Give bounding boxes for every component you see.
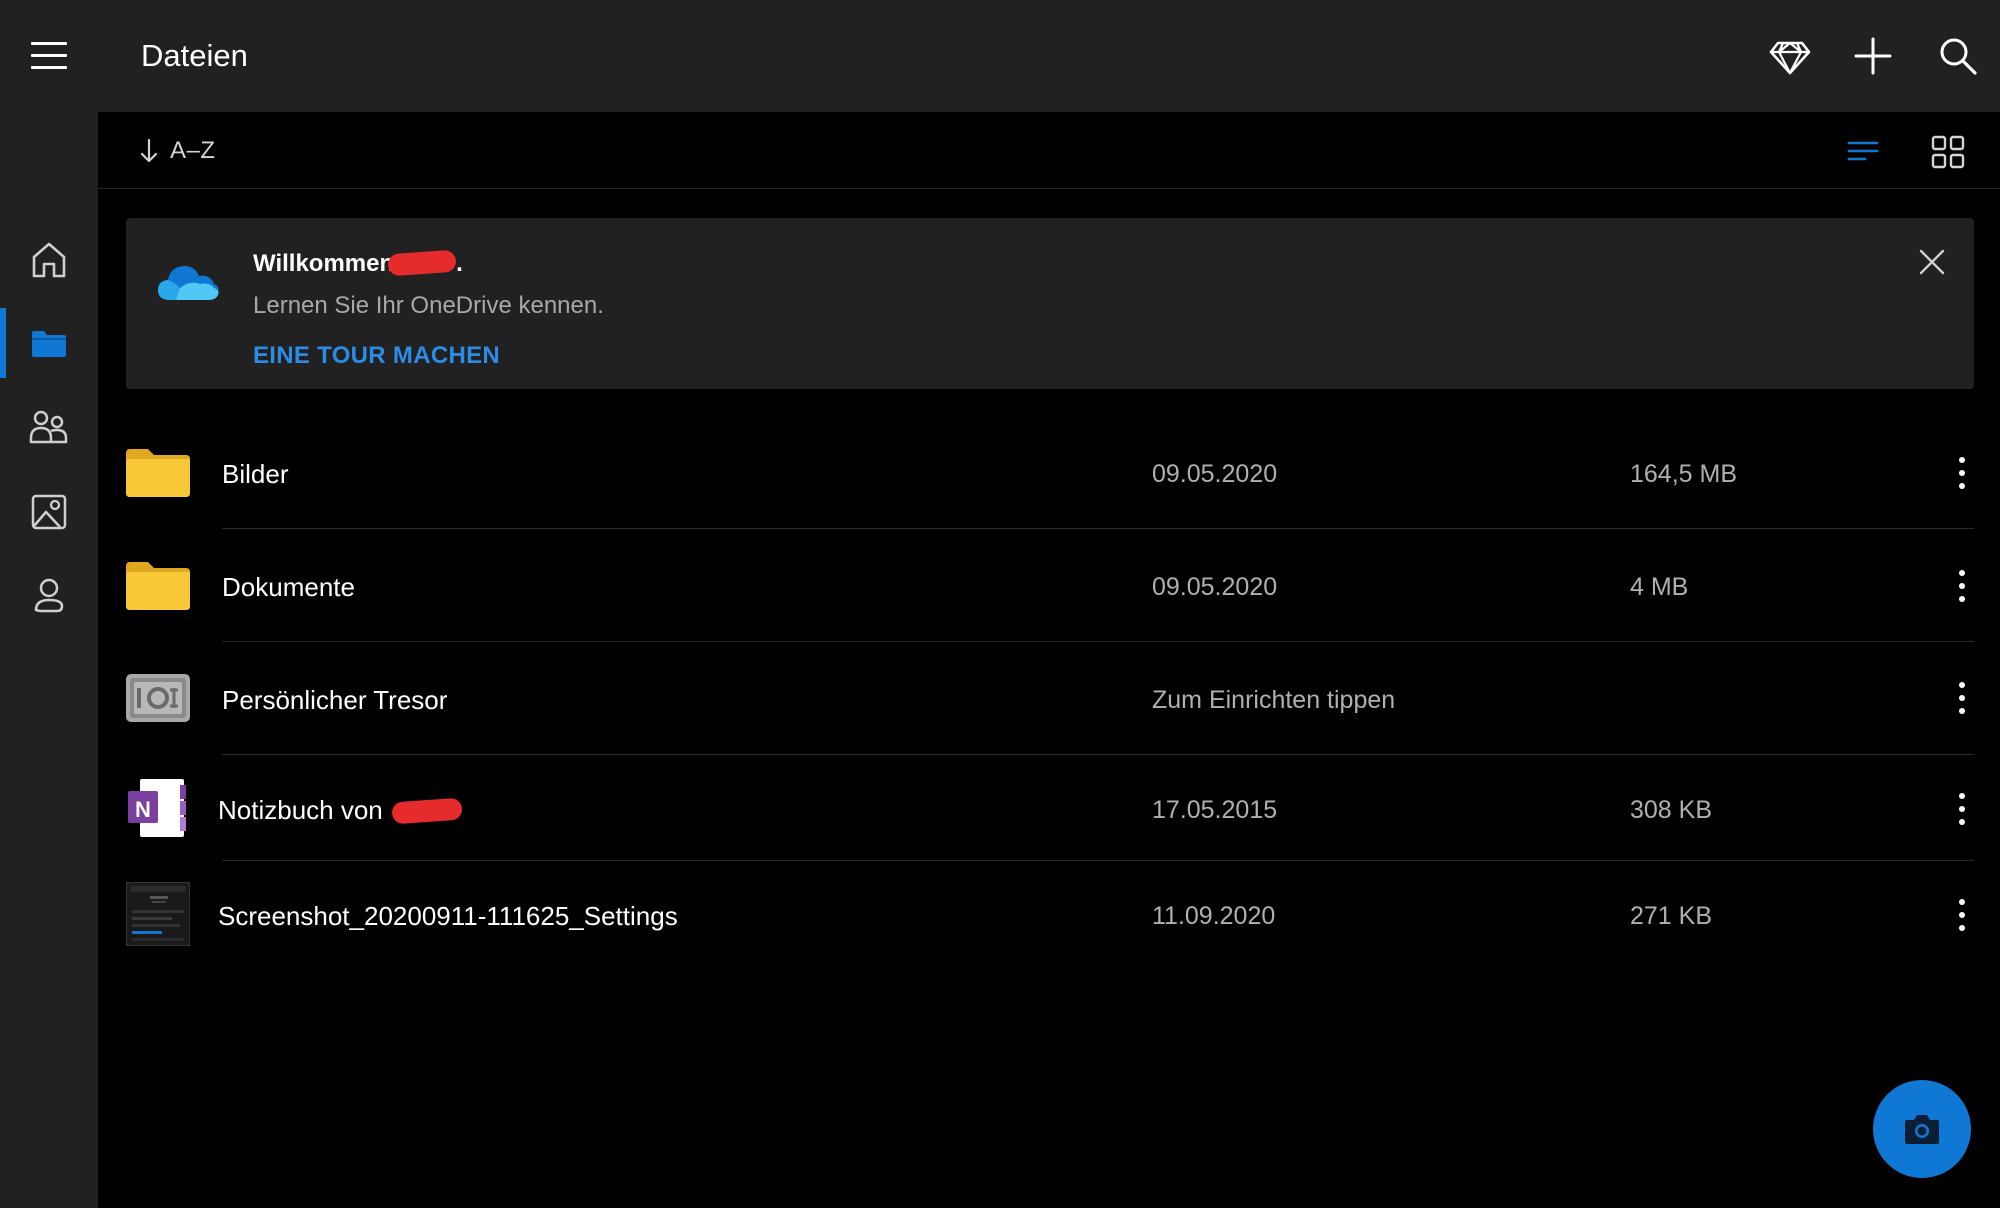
take-tour-link[interactable]: EINE TOUR MACHEN <box>253 342 500 370</box>
more-options-icon[interactable] <box>1950 678 1974 718</box>
list-toolbar: A–Z <box>98 112 2000 189</box>
nav-home[interactable] <box>0 224 98 294</box>
grid-view-icon[interactable] <box>1928 132 1968 172</box>
svg-text:N: N <box>135 797 151 822</box>
file-date: 11.09.2020 <box>1152 902 1276 930</box>
shared-people-icon <box>29 410 68 444</box>
top-app-bar: Dateien <box>0 0 2000 112</box>
diamond-icon[interactable] <box>1767 33 1813 79</box>
menu-icon[interactable] <box>31 40 67 72</box>
list-view-icon[interactable] <box>1843 132 1883 172</box>
photos-icon <box>31 494 67 530</box>
navigation-rail <box>0 112 98 1208</box>
folder-icon <box>126 562 190 610</box>
onenote-icon: N <box>128 779 186 837</box>
home-icon <box>32 242 66 278</box>
file-name: Notizbuch von <box>218 795 463 826</box>
file-date: 17.05.2015 <box>1152 796 1278 824</box>
nav-shared[interactable] <box>0 392 98 462</box>
more-options-icon[interactable] <box>1950 566 1974 606</box>
folder-icon <box>126 449 190 497</box>
onedrive-cloud-icon <box>158 266 219 300</box>
file-date: 09.05.2020 <box>1152 573 1278 601</box>
file-row-bilder[interactable]: Bilder 09.05.2020 164,5 MB <box>126 415 1974 529</box>
file-name: Screenshot_20200911-111625_Settings <box>218 901 678 931</box>
nav-files[interactable] <box>0 308 98 378</box>
file-size: 271 KB <box>1630 902 1713 930</box>
sort-label: A–Z <box>170 137 216 164</box>
image-thumbnail-icon <box>126 882 190 946</box>
file-row-screenshot[interactable]: Screenshot_20200911-111625_Settings 11.0… <box>126 861 1974 967</box>
file-size: 4 MB <box>1630 573 1689 601</box>
folder-icon <box>32 331 66 357</box>
banner-title: Willkommen. <box>253 249 463 277</box>
redaction-mark <box>387 249 457 277</box>
welcome-banner: Willkommen. Lernen Sie Ihr OneDrive kenn… <box>126 218 1974 389</box>
more-options-icon[interactable] <box>1950 895 1974 935</box>
file-size: 164,5 MB <box>1630 460 1738 488</box>
file-row-dokumente[interactable]: Dokumente 09.05.2020 4 MB <box>126 529 1974 642</box>
arrow-down-icon <box>140 138 158 163</box>
more-options-icon[interactable] <box>1950 453 1974 493</box>
account-icon <box>34 578 64 613</box>
vault-icon <box>126 674 190 722</box>
nav-account[interactable] <box>0 560 98 630</box>
banner-subtitle: Lernen Sie Ihr OneDrive kennen. <box>253 292 604 319</box>
active-indicator <box>0 308 6 378</box>
file-row-notebook[interactable]: N Notizbuch von 17.05.2015 308 KB <box>126 755 1974 861</box>
page-title: Dateien <box>141 38 248 73</box>
plus-icon[interactable] <box>1850 33 1896 79</box>
nav-photos[interactable] <box>0 476 98 546</box>
file-name: Bilder <box>222 459 289 489</box>
file-row-personal-vault[interactable]: Persönlicher Tresor Zum Einrichten tippe… <box>126 642 1974 755</box>
vault-setup-hint: Zum Einrichten tippen <box>1152 686 1396 714</box>
sort-button[interactable]: A–Z <box>138 134 216 168</box>
more-options-icon[interactable] <box>1950 789 1974 829</box>
search-icon[interactable] <box>1935 33 1981 79</box>
redaction-mark <box>391 797 463 825</box>
file-name: Persönlicher Tresor <box>222 685 448 715</box>
file-size: 308 KB <box>1630 796 1713 824</box>
camera-scan-button[interactable] <box>1873 1080 1971 1178</box>
file-date: 09.05.2020 <box>1152 460 1278 488</box>
close-icon[interactable] <box>1914 244 1950 280</box>
file-name: Dokumente <box>222 572 355 602</box>
camera-icon <box>1905 1115 1939 1144</box>
